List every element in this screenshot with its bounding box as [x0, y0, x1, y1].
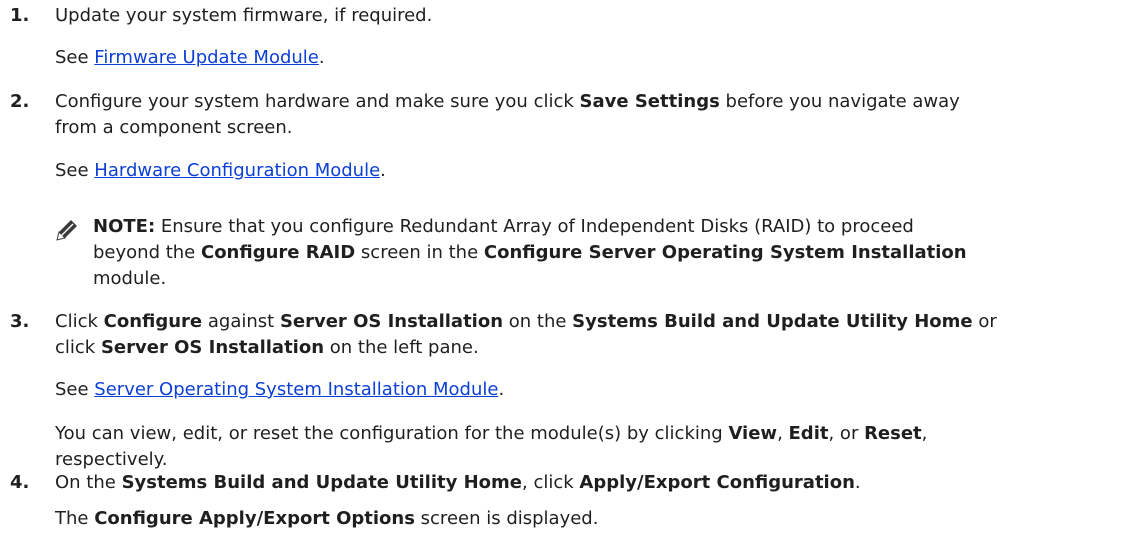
- step-number: 1.: [10, 5, 30, 26]
- step-number: 2.: [10, 91, 30, 112]
- see-also: See Firmware Update Module.: [55, 47, 325, 68]
- step-text: On the Systems Build and Update Utility …: [55, 472, 861, 493]
- info-paragraph: You can view, edit, or reset the configu…: [55, 423, 928, 444]
- firmware-update-module-link[interactable]: Firmware Update Module: [94, 47, 319, 68]
- step-number: 4.: [10, 472, 30, 493]
- server-os-installation-module-link[interactable]: Server Operating System Installation Mod…: [94, 379, 498, 400]
- step-result: The Configure Apply/Export Options scree…: [55, 508, 599, 529]
- note-line-1: NOTE: Ensure that you configure Redundan…: [93, 216, 914, 237]
- step-text: Click Configure against Server OS Instal…: [55, 311, 997, 332]
- pencil-icon: [56, 220, 77, 241]
- note-line-2: beyond the Configure RAID screen in the …: [93, 242, 967, 263]
- note-label: NOTE:: [93, 216, 156, 237]
- see-also: See Server Operating System Installation…: [55, 379, 505, 400]
- step-text: Configure your system hardware and make …: [55, 91, 960, 112]
- hardware-configuration-module-link[interactable]: Hardware Configuration Module: [94, 160, 380, 181]
- step-text: Update your system firmware, if required…: [55, 5, 433, 26]
- step-number: 3.: [10, 311, 30, 332]
- note-line-3: module.: [93, 268, 167, 289]
- see-also: See Hardware Configuration Module.: [55, 160, 386, 181]
- step-text-cont: click Server OS Installation on the left…: [55, 337, 479, 358]
- step-text-cont: from a component screen.: [55, 117, 293, 138]
- document-body: 1. Update your system firmware, if requi…: [0, 0, 1139, 536]
